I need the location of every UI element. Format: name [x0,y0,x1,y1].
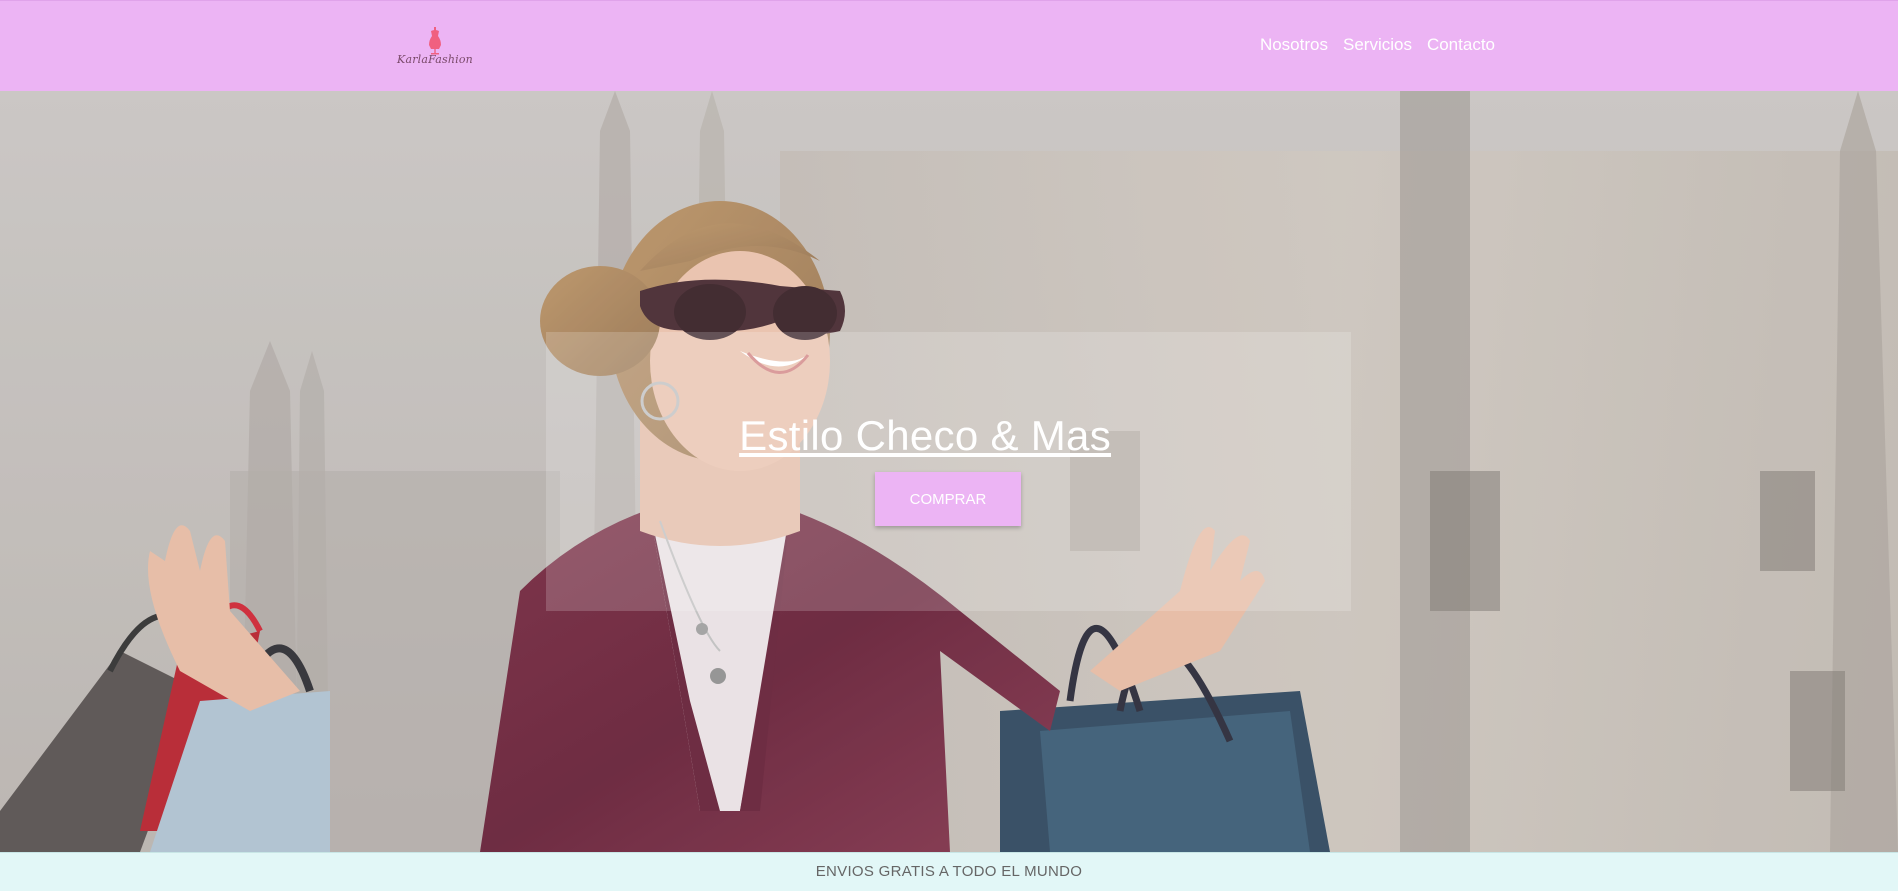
main-nav: Nosotros Servicios Contacto [1260,35,1495,55]
nav-link-nosotros[interactable]: Nosotros [1260,35,1328,55]
hero-title[interactable]: Estilo Checo & Mas [546,412,1111,460]
shipping-banner-text: ENVIOS GRATIS A TODO EL MUNDO [815,863,1083,880]
comprar-button[interactable]: COMPRAR [875,472,1021,526]
dress-form-icon [429,27,441,55]
logo-text: KarlaFashion [397,53,473,66]
nav-link-servicios[interactable]: Servicios [1343,35,1412,55]
hero-overlay-panel: Estilo Checo & Mas COMPRAR [546,332,1351,611]
shipping-banner: ENVIOS GRATIS A TODO EL MUNDO [0,852,1898,891]
navbar: KarlaFashion Nosotros Servicios Contacto [0,0,1898,91]
nav-link-contacto[interactable]: Contacto [1427,35,1495,55]
hero-section: Estilo Checo & Mas COMPRAR [0,91,1898,852]
logo[interactable]: KarlaFashion [395,25,475,73]
